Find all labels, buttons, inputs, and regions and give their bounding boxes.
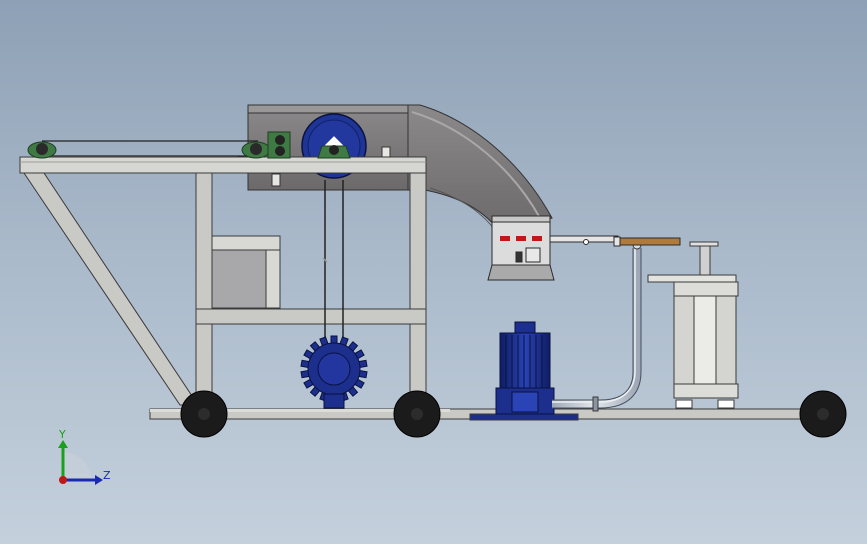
belt-roller-left: [27, 141, 57, 159]
assembly-drawing: Y Z: [19, 104, 847, 485]
belt-roller-mid: [241, 141, 271, 159]
cad-viewport[interactable]: Y Z: [0, 0, 867, 544]
electric-motor: [495, 321, 555, 415]
bearing-block: [267, 131, 291, 159]
drive-sprocket: [300, 335, 368, 409]
top-deck: [19, 156, 427, 174]
conveyor-belt: [25, 140, 258, 158]
pipe: [552, 240, 642, 412]
base-frame: [149, 408, 803, 421]
pillow-block-bearing: [317, 145, 351, 159]
press-stand: [647, 241, 739, 409]
hand-lever: [549, 235, 681, 247]
control-box: [487, 215, 555, 281]
orientation-triad[interactable]: Y Z: [58, 428, 111, 485]
origin-dot: [59, 476, 67, 484]
a-frame-support: [23, 172, 199, 406]
z-axis-label: Z: [103, 469, 111, 482]
y-axis-label: Y: [58, 428, 66, 441]
